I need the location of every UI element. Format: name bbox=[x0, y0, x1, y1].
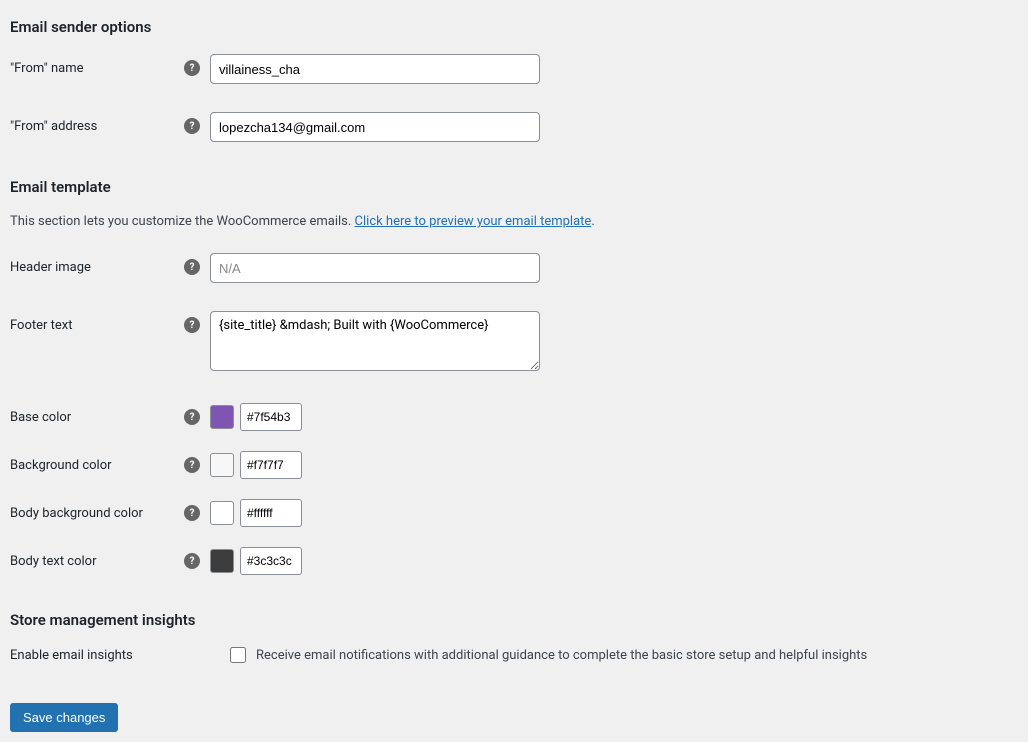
footer-text-label: Footer text bbox=[10, 318, 73, 333]
header-image-label: Header image bbox=[10, 260, 91, 275]
body-background-color-input[interactable] bbox=[240, 499, 302, 527]
help-icon[interactable]: ? bbox=[184, 457, 200, 473]
enable-insights-label: Enable email insights bbox=[10, 648, 133, 663]
from-address-label: "From" address bbox=[10, 119, 97, 134]
help-icon[interactable]: ? bbox=[184, 409, 200, 425]
footer-text-row: Footer text ? bbox=[10, 311, 1018, 375]
footer-text-input[interactable] bbox=[210, 311, 540, 371]
body-text-color-label: Body text color bbox=[10, 554, 97, 569]
from-name-row: "From" name ? bbox=[10, 54, 1018, 84]
body-background-color-label: Body background color bbox=[10, 506, 143, 521]
background-color-row: Background color ? bbox=[10, 451, 1018, 479]
help-icon[interactable]: ? bbox=[184, 60, 200, 76]
background-color-input[interactable] bbox=[240, 451, 302, 479]
template-description: This section lets you customize the WooC… bbox=[10, 214, 1018, 229]
base-color-swatch[interactable] bbox=[210, 405, 234, 429]
header-image-row: Header image ? bbox=[10, 253, 1018, 283]
header-image-input[interactable] bbox=[210, 253, 540, 283]
section-heading-insights: Store management insights bbox=[10, 611, 1018, 629]
from-name-label: "From" name bbox=[10, 61, 84, 76]
enable-insights-row: Enable email insights Receive email noti… bbox=[10, 647, 1018, 663]
enable-insights-description: Receive email notifications with additio… bbox=[256, 648, 867, 663]
body-text-color-row: Body text color ? bbox=[10, 547, 1018, 575]
template-description-suffix: . bbox=[591, 214, 594, 229]
background-color-label: Background color bbox=[10, 458, 112, 473]
template-description-prefix: This section lets you customize the WooC… bbox=[10, 214, 355, 229]
help-icon[interactable]: ? bbox=[184, 118, 200, 134]
help-icon[interactable]: ? bbox=[184, 505, 200, 521]
section-heading-sender: Email sender options bbox=[10, 18, 1018, 36]
from-address-input[interactable] bbox=[210, 112, 540, 142]
save-changes-button[interactable]: Save changes bbox=[10, 703, 118, 732]
preview-template-link[interactable]: Click here to preview your email templat… bbox=[355, 214, 592, 229]
body-text-color-input[interactable] bbox=[240, 547, 302, 575]
background-color-swatch[interactable] bbox=[210, 453, 234, 477]
body-background-color-row: Body background color ? bbox=[10, 499, 1018, 527]
help-icon[interactable]: ? bbox=[184, 317, 200, 333]
from-address-row: "From" address ? bbox=[10, 112, 1018, 142]
enable-insights-checkbox[interactable] bbox=[230, 647, 246, 663]
section-heading-template: Email template bbox=[10, 178, 1018, 196]
help-icon[interactable]: ? bbox=[184, 553, 200, 569]
body-text-color-swatch[interactable] bbox=[210, 549, 234, 573]
body-background-color-swatch[interactable] bbox=[210, 501, 234, 525]
base-color-input[interactable] bbox=[240, 403, 302, 431]
from-name-input[interactable] bbox=[210, 54, 540, 84]
help-icon[interactable]: ? bbox=[184, 259, 200, 275]
base-color-label: Base color bbox=[10, 410, 71, 425]
base-color-row: Base color ? bbox=[10, 403, 1018, 431]
